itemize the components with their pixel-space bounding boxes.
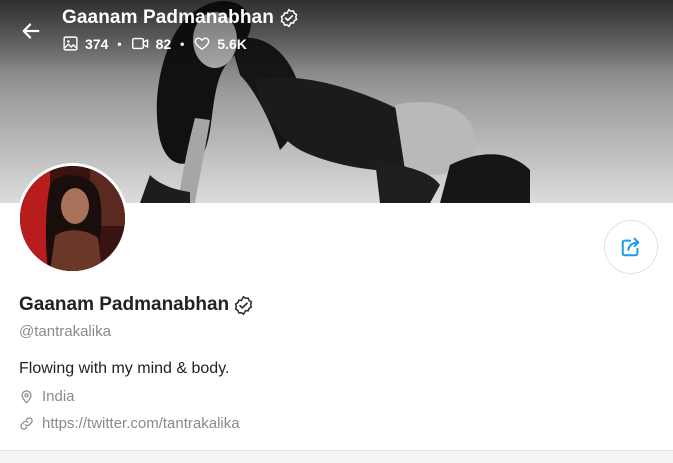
header-title-row: Gaanam Padmanabhan	[62, 7, 299, 29]
content-band	[0, 451, 673, 463]
avatar-photo	[20, 166, 125, 271]
link-icon	[20, 417, 33, 430]
videos-count: 82	[155, 35, 172, 52]
separator-dot: •	[117, 36, 122, 51]
header-stats: 374 • 82 • 5.6K	[62, 35, 247, 52]
photos-count: 374	[85, 35, 109, 52]
profile-location: India	[19, 388, 75, 405]
arrow-left-icon	[22, 23, 40, 39]
verified-badge-icon	[280, 8, 298, 28]
back-button[interactable]	[14, 14, 48, 48]
avatar[interactable]	[17, 163, 128, 274]
location-pin-icon	[21, 390, 32, 404]
videos-stat[interactable]: 82	[131, 35, 172, 52]
verified-badge-icon	[234, 295, 253, 315]
heart-icon	[194, 37, 210, 50]
share-button[interactable]	[604, 220, 658, 274]
likes-stat[interactable]: 5.6K	[193, 35, 247, 52]
profile-link[interactable]: https://twitter.com/tantrakalika	[19, 415, 240, 432]
share-icon	[621, 237, 640, 257]
image-icon	[63, 36, 78, 51]
profile-handle: @tantrakalika	[19, 323, 111, 340]
likes-count: 5.6K	[217, 35, 247, 52]
photos-stat[interactable]: 374	[62, 35, 108, 52]
video-icon	[131, 37, 148, 50]
link-text[interactable]: https://twitter.com/tantrakalika	[42, 415, 240, 432]
profile-name: Gaanam Padmanabhan	[19, 294, 230, 315]
separator-dot: •	[180, 36, 185, 51]
profile-name-row: Gaanam Padmanabhan	[19, 294, 254, 316]
header-title: Gaanam Padmanabhan	[62, 7, 274, 28]
profile-bio: Flowing with my mind & body.	[19, 360, 230, 377]
location-text: India	[42, 388, 75, 405]
